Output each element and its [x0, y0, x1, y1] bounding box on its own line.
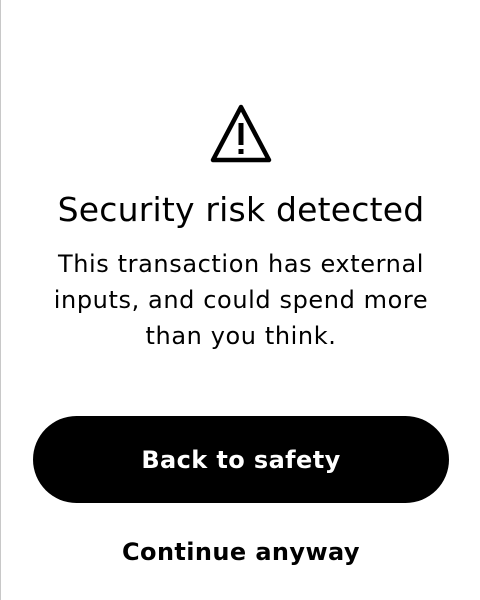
dialog-message: This transaction has external inputs, an… [53, 250, 429, 350]
continue-anyway-button[interactable]: Continue anyway [91, 530, 391, 574]
warning-triangle-icon [210, 104, 272, 163]
dialog-title: Security risk detected [57, 190, 425, 229]
security-warning-screen: Security risk detected This transaction … [0, 0, 480, 600]
back-to-safety-button[interactable]: Back to safety [33, 416, 449, 503]
